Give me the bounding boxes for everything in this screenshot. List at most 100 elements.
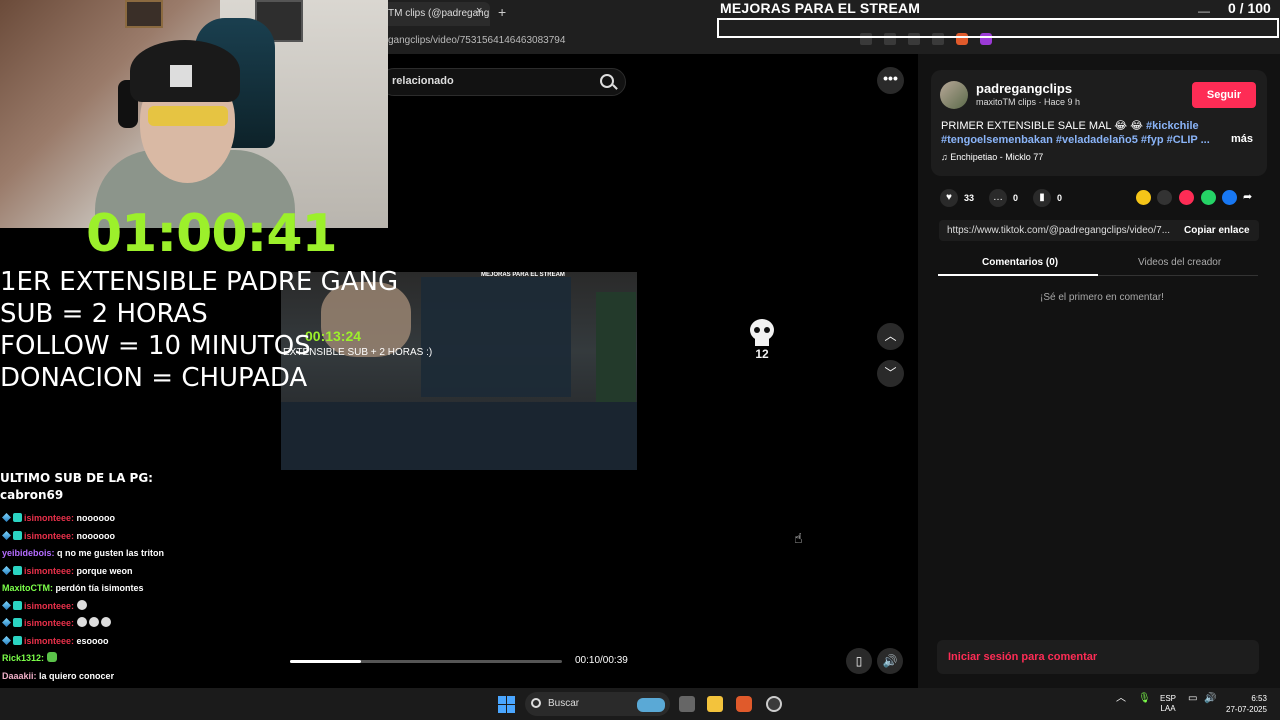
app-icon[interactable]	[766, 696, 782, 712]
chat-message: isimonteee: esoooo	[2, 633, 282, 651]
hashtag-link[interactable]: #kickchile	[1146, 120, 1199, 132]
rule-line: DONACION = CHUPADA	[0, 363, 308, 393]
chat-username[interactable]: isimonteee:	[24, 531, 74, 541]
facebook-icon[interactable]	[1222, 190, 1237, 205]
volume-icon[interactable]: 🔊	[1204, 694, 1216, 704]
more-options-button[interactable]: •••	[877, 67, 904, 94]
minimize-icon[interactable]: —	[1198, 4, 1210, 18]
miniplayer-icon[interactable]: ▯	[846, 648, 872, 674]
new-tab-icon[interactable]: +	[498, 4, 506, 20]
goal-count: 0 / 100	[1228, 0, 1271, 16]
chat-username[interactable]: yeibidebois:	[2, 548, 55, 558]
skull-sticker-icon: 12	[750, 319, 774, 360]
video-link[interactable]: https://www.tiktok.com/@padregangclips/v…	[947, 225, 1172, 236]
music-link[interactable]: ♫ Enchipetiao - Micklo 77	[941, 152, 1043, 162]
language-indicator[interactable]: ESP LAA	[1160, 694, 1176, 714]
bookmark-icon[interactable]: ▮	[1033, 189, 1051, 207]
webcam-glasses	[148, 106, 228, 126]
send-icon[interactable]	[1179, 190, 1194, 205]
share-icon[interactable]	[1136, 190, 1151, 205]
chat-text: esoooo	[76, 635, 109, 646]
embed-icon[interactable]	[1157, 190, 1172, 205]
chat-username[interactable]: isimonteee:	[24, 636, 74, 646]
task-view-icon[interactable]	[679, 696, 695, 712]
login-to-comment-link[interactable]: Iniciar sesión para comentar	[948, 651, 1097, 663]
like-count: 33	[964, 193, 975, 203]
chat-text: noooooo	[76, 513, 116, 523]
creator-name[interactable]: padregangclips	[976, 81, 1072, 96]
chat-username[interactable]: Daaakii:	[2, 671, 37, 681]
clock-time: 6:53	[1251, 694, 1267, 703]
copy-link-button[interactable]: Copiar enlace	[1184, 225, 1250, 236]
chat-username[interactable]: MaxitoCTM:	[2, 583, 53, 593]
comment-icon[interactable]: …	[989, 189, 1007, 207]
chat-message: isimonteee: porque weon	[2, 563, 282, 581]
tab-comments[interactable]: Comentarios (0)	[982, 257, 1058, 268]
chat-message: isimonteee: noooooo	[2, 510, 282, 528]
chat-text: q no me gusten las triton	[57, 548, 165, 558]
emote-icon	[46, 652, 57, 662]
browser-tab[interactable]: TM clips (@padregang	[380, 2, 490, 26]
video-frame-panel	[596, 292, 636, 402]
volume-icon[interactable]: 🔊	[877, 648, 903, 674]
hashtag-link[interactable]: #tengoelsemenbakan #veladadelaño5 #fyp #…	[941, 134, 1210, 146]
chat-username[interactable]: isimonteee:	[24, 513, 74, 523]
sub-badge-icon	[13, 530, 22, 540]
emote-icon	[76, 617, 87, 627]
follow-button[interactable]: Seguir	[1192, 82, 1256, 108]
chat-message: yeibidebois: q no me gusten las triton	[2, 545, 282, 563]
tab-title: TM clips (@padregang	[388, 8, 490, 19]
avatar[interactable]	[940, 81, 968, 109]
clock-date: 27-07-2025	[1226, 705, 1267, 714]
chat-username[interactable]: isimonteee:	[24, 566, 74, 576]
webcam-feed	[0, 0, 388, 228]
tab-creator-videos[interactable]: Videos del creador	[1138, 257, 1221, 268]
chat-username[interactable]: isimonteee:	[24, 618, 74, 628]
windows-start-icon[interactable]	[498, 696, 515, 713]
sword-badge-icon	[2, 618, 11, 627]
clock[interactable]: 6:53 27-07-2025	[1226, 693, 1267, 715]
sub-badge-icon	[13, 618, 22, 627]
tray-chevron-icon[interactable]: ︿	[1116, 694, 1126, 704]
chat-text: perdón tía isimontes	[55, 583, 144, 593]
chat-username[interactable]: isimonteee:	[24, 601, 74, 611]
chat-text: porque weon	[76, 565, 133, 576]
chat-username[interactable]: Rick1312:	[2, 653, 44, 663]
search-icon[interactable]	[600, 74, 614, 88]
sword-badge-icon	[2, 530, 11, 540]
video-time: 00:10/00:39	[575, 655, 628, 666]
chat-text: la quiero conocer	[39, 670, 115, 681]
video-progress-bar[interactable]	[290, 660, 562, 663]
webcam-frame	[125, 0, 163, 28]
share-arrow-icon[interactable]: ➦	[1243, 190, 1258, 205]
chat-message: isimonteee: noooooo	[2, 528, 282, 546]
next-video-button[interactable]: ﹀	[877, 360, 904, 387]
previous-video-button[interactable]: ︿	[877, 323, 904, 350]
microphone-icon[interactable]: 🎙	[1138, 694, 1151, 704]
goal-title: MEJORAS PARA EL STREAM	[720, 0, 921, 16]
chat-message: Rick1312:	[2, 650, 282, 668]
sword-badge-icon	[2, 513, 11, 522]
chat-message: Daaakii: la quiero conocer	[2, 668, 282, 686]
whatsapp-icon[interactable]	[1201, 190, 1216, 205]
tab-close-icon[interactable]: ×	[476, 5, 482, 17]
chat-message: isimonteee:	[2, 598, 282, 616]
network-icon[interactable]: ▭	[1188, 694, 1197, 704]
last-sub-label: ULTIMO SUB DE LA PG: cabron69	[0, 470, 153, 504]
heart-icon[interactable]: ♥	[940, 189, 958, 207]
brave-browser-icon[interactable]	[736, 696, 752, 712]
video-frame-panel	[421, 277, 571, 397]
more-link[interactable]: más	[1231, 133, 1253, 145]
file-explorer-icon[interactable]	[707, 696, 723, 712]
skull-number: 12	[755, 347, 769, 360]
last-sub-title: ULTIMO SUB DE LA PG:	[0, 471, 153, 485]
chat-message: MaxitoCTM: perdón tía isimontes	[2, 580, 282, 598]
widgets-icon[interactable]	[637, 698, 665, 712]
rule-line: FOLLOW = 10 MINUTOS	[0, 331, 311, 361]
sword-badge-icon	[2, 635, 11, 645]
video-frame-panel	[281, 402, 637, 470]
rule-line: 1ER EXTENSIBLE PADRE GANG	[0, 267, 399, 297]
chat-text: noooooo	[76, 530, 116, 541]
mouse-cursor-icon: ☝	[794, 530, 803, 546]
subathon-rules: 1ER EXTENSIBLE PADRE GANG SUB = 2 HORAS …	[0, 266, 398, 394]
